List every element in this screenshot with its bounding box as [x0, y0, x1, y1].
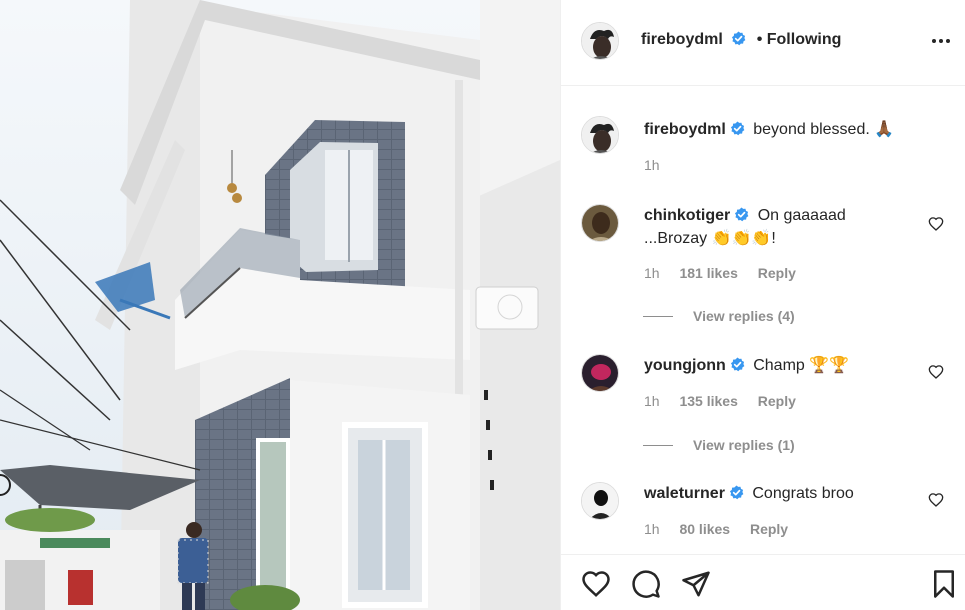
caption-body: beyond blessed. 🙏🏾	[753, 121, 895, 138]
commenter-avatar[interactable]	[581, 204, 619, 242]
replies-divider	[643, 444, 673, 446]
commenter-username[interactable]: youngjonn	[644, 357, 726, 374]
following-button[interactable]: • Following	[757, 31, 842, 48]
caption-text: fireboydml beyond blessed. 🙏🏾	[644, 118, 914, 141]
view-replies-button[interactable]: View replies (1)	[643, 437, 795, 453]
view-replies-label[interactable]: View replies (1)	[693, 437, 795, 453]
verified-badge-icon	[735, 207, 749, 222]
post-photo	[0, 0, 560, 610]
comment-meta: 1h 135 likes Reply	[644, 393, 812, 409]
reply-button[interactable]: Reply	[758, 265, 796, 281]
comment-likes[interactable]: 181 likes	[679, 265, 737, 281]
comment-like-heart-icon[interactable]	[928, 492, 944, 508]
verified-badge-icon	[732, 31, 746, 46]
comment-text: waleturner Congrats broo	[644, 482, 914, 505]
comment-time: 1h	[644, 393, 660, 409]
author-username[interactable]: fireboydml	[641, 31, 723, 48]
comment-like-heart-icon[interactable]	[928, 216, 944, 232]
replies-divider	[643, 315, 673, 317]
post-header: fireboydml • Following	[561, 0, 965, 86]
comment-time: 1h	[644, 265, 660, 281]
comment-body: Congrats broo	[752, 485, 854, 502]
view-replies-button[interactable]: View replies (4)	[643, 308, 795, 324]
author-avatar[interactable]	[581, 22, 619, 60]
caption-time: 1h	[644, 157, 660, 173]
commenter-username[interactable]: chinkotiger	[644, 207, 730, 224]
commenter-avatar[interactable]	[581, 482, 619, 520]
post-actions	[561, 554, 965, 610]
comment-time: 1h	[644, 521, 660, 537]
bookmark-icon[interactable]	[929, 569, 959, 599]
comment-body-line2: ...Brozay 👏👏👏!	[644, 230, 776, 247]
comment-body: On gaaaaad	[757, 207, 846, 224]
post-panel: fireboydml • Following fireboydml beyond…	[560, 0, 965, 610]
view-replies-label[interactable]: View replies (4)	[693, 308, 795, 324]
comment-text: youngjonn Champ 🏆🏆	[644, 354, 914, 377]
caption-username[interactable]: fireboydml	[644, 121, 726, 138]
comments-list[interactable]: fireboydml beyond blessed. 🙏🏾 1h chinkot…	[561, 86, 965, 554]
heart-icon[interactable]	[581, 569, 611, 599]
author-line: fireboydml • Following	[641, 31, 841, 49]
author-avatar[interactable]	[581, 116, 619, 154]
paper-plane-icon[interactable]	[681, 569, 711, 599]
comment-likes[interactable]: 135 likes	[679, 393, 737, 409]
caption-meta: 1h	[644, 157, 676, 173]
verified-badge-icon	[729, 485, 744, 500]
commenter-avatar[interactable]	[581, 354, 619, 392]
reply-button[interactable]: Reply	[750, 521, 788, 537]
reply-button[interactable]: Reply	[758, 393, 796, 409]
commenter-username[interactable]: waleturner	[644, 485, 725, 502]
comment-like-heart-icon[interactable]	[928, 364, 944, 380]
comment-meta: 1h 80 likes Reply	[644, 521, 804, 537]
comment-body: Champ 🏆🏆	[753, 357, 850, 374]
verified-badge-icon	[730, 121, 745, 136]
comment-meta: 1h 181 likes Reply	[644, 265, 812, 281]
comment-bubble-icon[interactable]	[631, 569, 661, 599]
verified-badge-icon	[730, 357, 745, 372]
comment-likes[interactable]: 80 likes	[679, 521, 730, 537]
comment-text: chinkotiger On gaaaaad ...Brozay 👏👏👏!	[644, 204, 914, 250]
more-options-icon[interactable]	[932, 31, 956, 51]
